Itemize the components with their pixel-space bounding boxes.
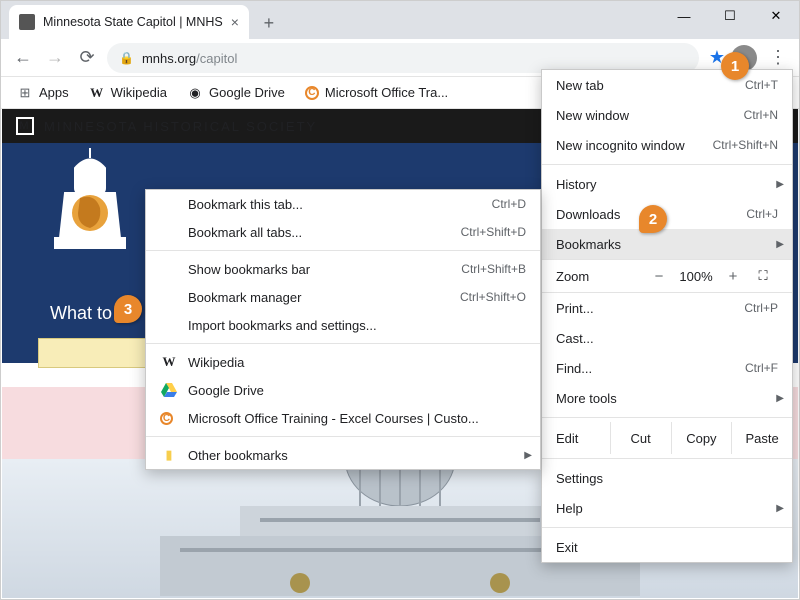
chevron-right-icon: ▶	[776, 239, 784, 250]
menu-cast[interactable]: Cast...	[542, 323, 792, 353]
menu-exit[interactable]: Exit	[542, 532, 792, 562]
drive-icon: ◉	[187, 85, 203, 101]
bookmark-wikipedia[interactable]: WWikipedia	[81, 81, 175, 105]
new-tab-button[interactable]: +	[255, 9, 283, 37]
folder-icon: ▮	[160, 446, 178, 464]
cut-button[interactable]: Cut	[611, 422, 672, 454]
chevron-right-icon: ▶	[524, 450, 532, 461]
menu-incognito[interactable]: New incognito windowCtrl+Shift+N	[542, 130, 792, 160]
callout-1: 1	[721, 52, 749, 80]
back-button[interactable]: ←	[7, 42, 39, 74]
chrome-main-menu: New tabCtrl+T New windowCtrl+N New incog…	[541, 69, 793, 563]
menu-separator	[146, 250, 540, 251]
favicon-icon	[19, 14, 35, 30]
close-window-button[interactable]: ✕	[753, 1, 799, 31]
menu-print[interactable]: Print...Ctrl+P	[542, 293, 792, 323]
copy-button[interactable]: Copy	[672, 422, 733, 454]
submenu-bookmark-item[interactable]: CMicrosoft Office Training - Excel Cours…	[146, 404, 540, 432]
apps-shortcut[interactable]: ⊞Apps	[9, 81, 77, 105]
submenu-bookmark-item[interactable]: WWikipedia	[146, 348, 540, 376]
bookmark-ms-office[interactable]: CMicrosoft Office Tra...	[297, 81, 456, 104]
menu-separator	[542, 527, 792, 528]
callout-2: 2	[639, 205, 667, 233]
lock-icon: 🔒	[119, 51, 134, 65]
fullscreen-button[interactable]: ⛶	[748, 268, 778, 284]
menu-separator	[542, 164, 792, 165]
menu-settings[interactable]: Settings	[542, 463, 792, 493]
menu-downloads[interactable]: DownloadsCtrl+J	[542, 199, 792, 229]
tab-close-icon[interactable]: ×	[231, 14, 239, 30]
submenu-bookmark-item[interactable]: Google Drive	[146, 376, 540, 404]
office-icon: C	[160, 412, 173, 425]
wikipedia-icon: W	[89, 85, 105, 101]
site-brand: MINNESOTA HISTORICAL SOCIETY	[44, 119, 317, 134]
menu-edit-row: Edit Cut Copy Paste	[542, 422, 792, 454]
menu-help[interactable]: Help▶	[542, 493, 792, 523]
drive-icon	[160, 381, 178, 399]
address-bar[interactable]: 🔒 mnhs.org/capitol	[107, 43, 699, 73]
zoom-out-button[interactable]: −	[644, 268, 674, 285]
reload-button[interactable]: ⟳	[71, 42, 103, 74]
menu-zoom-row: Zoom − 100% + ⛶	[542, 259, 792, 293]
menu-find[interactable]: Find...Ctrl+F	[542, 353, 792, 383]
menu-new-window[interactable]: New windowCtrl+N	[542, 100, 792, 130]
menu-new-tab[interactable]: New tabCtrl+T	[542, 70, 792, 100]
apps-icon: ⊞	[17, 85, 33, 101]
bookmark-google-drive[interactable]: ◉Google Drive	[179, 81, 293, 105]
paste-button[interactable]: Paste	[732, 422, 792, 454]
submenu-bookmark-manager[interactable]: Bookmark managerCtrl+Shift+O	[146, 283, 540, 311]
submenu-other-bookmarks[interactable]: ▮Other bookmarks▶	[146, 441, 540, 469]
chevron-right-icon: ▶	[776, 503, 784, 514]
chevron-right-icon: ▶	[776, 179, 784, 190]
minimize-button[interactable]: —	[661, 1, 707, 31]
url-text: mnhs.org/capitol	[142, 50, 237, 66]
mnhs-logo-icon: M	[16, 117, 34, 135]
chrome-menu-button[interactable]: ⋮	[763, 43, 793, 73]
menu-more-tools[interactable]: More tools▶	[542, 383, 792, 413]
zoom-value: 100%	[674, 269, 718, 284]
submenu-show-bar[interactable]: Show bookmarks barCtrl+Shift+B	[146, 255, 540, 283]
chevron-right-icon: ▶	[776, 393, 784, 404]
window-controls: — ☐ ✕	[661, 1, 799, 31]
forward-button[interactable]: →	[39, 42, 71, 74]
tab-title: Minnesota State Capitol | MNHS	[43, 15, 223, 29]
menu-history[interactable]: History▶	[542, 169, 792, 199]
menu-bookmarks[interactable]: Bookmarks▶	[542, 229, 792, 259]
titlebar: Minnesota State Capitol | MNHS × + — ☐ ✕	[1, 1, 799, 39]
submenu-import[interactable]: Import bookmarks and settings...	[146, 311, 540, 339]
submenu-bookmark-tab[interactable]: Bookmark this tab...Ctrl+D	[146, 190, 540, 218]
menu-separator	[542, 458, 792, 459]
zoom-label: Zoom	[556, 269, 644, 284]
wikipedia-icon: W	[160, 353, 178, 371]
bookmarks-submenu: Bookmark this tab...Ctrl+D Bookmark all …	[145, 189, 541, 470]
office-icon: C	[305, 86, 319, 100]
callout-3: 3	[114, 295, 142, 323]
maximize-button[interactable]: ☐	[707, 1, 753, 31]
zoom-in-button[interactable]: +	[718, 268, 748, 285]
menu-separator	[542, 417, 792, 418]
capitol-dome-icon	[40, 143, 140, 263]
browser-tab[interactable]: Minnesota State Capitol | MNHS ×	[9, 5, 249, 39]
edit-label: Edit	[542, 422, 611, 454]
menu-separator	[146, 343, 540, 344]
submenu-bookmark-all[interactable]: Bookmark all tabs...Ctrl+Shift+D	[146, 218, 540, 246]
menu-separator	[146, 436, 540, 437]
